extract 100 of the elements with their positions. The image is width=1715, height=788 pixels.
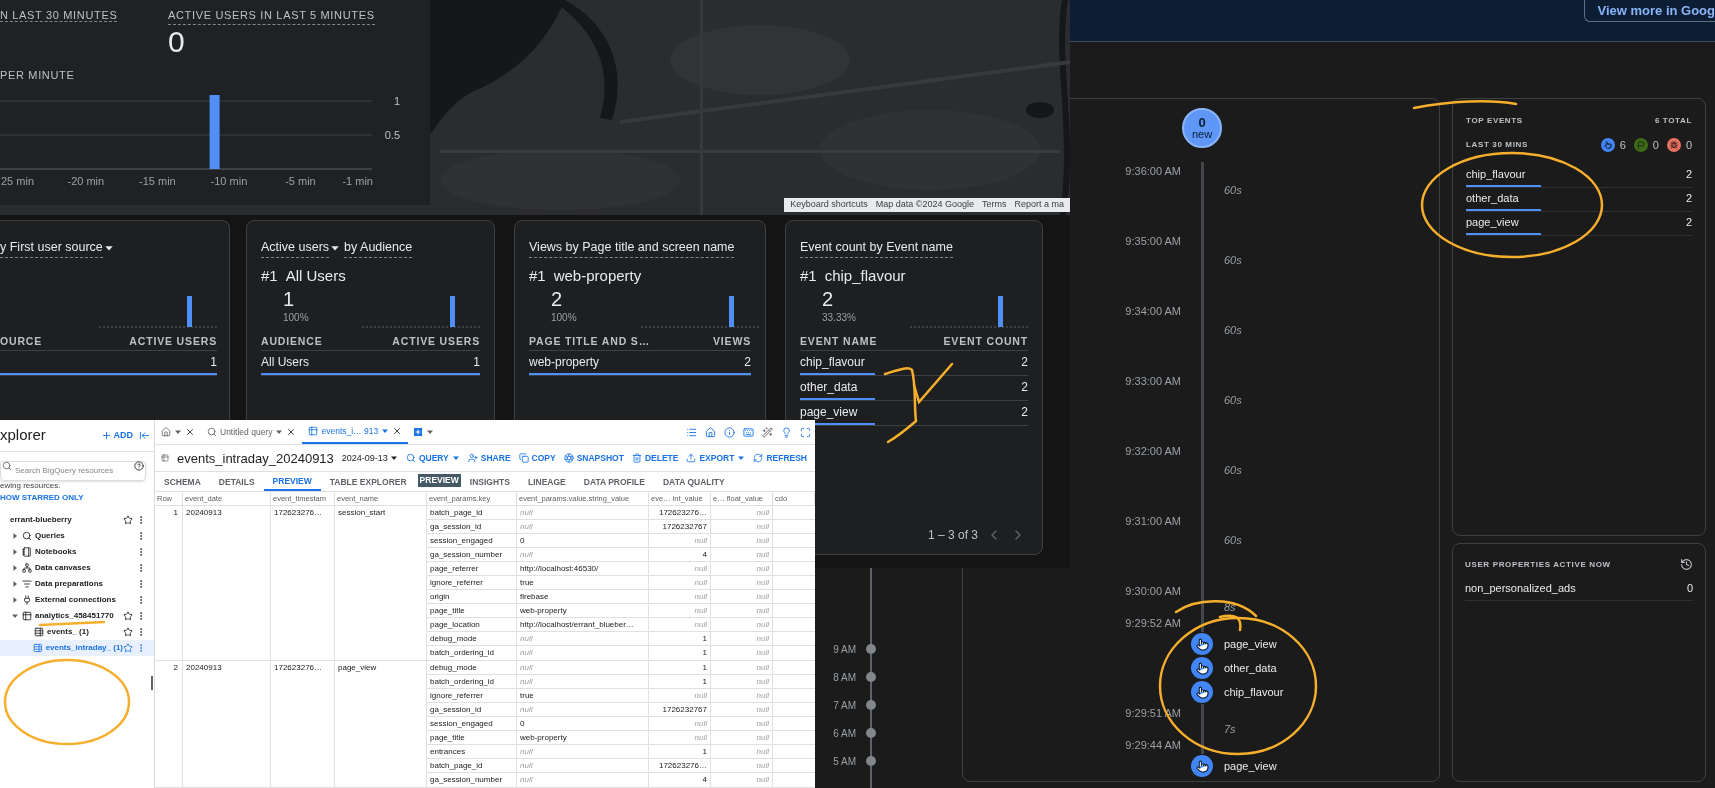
tree-item[interactable]: Data canvases <box>0 560 154 576</box>
table-cell: null <box>711 759 773 772</box>
event-name[interactable]: other_data <box>1213 659 1439 677</box>
table-cell: page_location <box>427 618 517 631</box>
column-header[interactable]: EVENT NAME <box>800 333 878 350</box>
event-name[interactable]: other_data <box>1466 189 1519 207</box>
card-title[interactable]: Active users <box>261 238 330 258</box>
section-tab[interactable]: INSIGHTS <box>460 472 519 492</box>
add-button[interactable]: ADD <box>100 428 139 443</box>
section-tab[interactable]: DATA QUALITY <box>654 472 734 492</box>
toolbar-button[interactable]: EXPORT <box>686 451 746 465</box>
tree-item[interactable]: errant-blueberry <box>0 512 154 528</box>
section-tab[interactable]: TABLE EXPLORER <box>320 472 416 492</box>
section-tab[interactable]: PREVIEW <box>263 472 321 492</box>
event-name[interactable]: page_view <box>1213 635 1439 653</box>
new-tab-icon[interactable] <box>412 426 425 439</box>
info-icon[interactable] <box>724 426 735 438</box>
minute-label: 9 AM <box>832 642 856 657</box>
section-tab[interactable]: LINEAGE <box>518 472 575 492</box>
map-attribution-link[interactable]: Keyboard shortcuts <box>790 198 868 212</box>
card-title[interactable]: Event count by Event name <box>800 238 953 258</box>
home-icon[interactable] <box>705 426 716 438</box>
column-header[interactable]: ACTIVE USERS <box>129 333 217 350</box>
interval-label: 60s <box>1223 393 1243 408</box>
column-header[interactable]: VIEWS <box>712 333 751 350</box>
event-icon[interactable] <box>1191 657 1213 679</box>
pointer-icon <box>1195 661 1209 675</box>
card-title[interactable]: by Audience <box>344 238 413 258</box>
keyboard-icon[interactable] <box>743 426 754 438</box>
tree-item[interactable]: analytics_458451770 <box>0 608 154 624</box>
column-header[interactable]: PAGE TITLE AND S… <box>529 333 651 350</box>
top-item-name: web-property <box>553 265 642 286</box>
event-name[interactable]: chip_flavour <box>1466 165 1526 183</box>
close-icon[interactable] <box>185 427 195 438</box>
aperture-icon <box>563 453 574 464</box>
notice-text: ewing resources. <box>0 480 62 492</box>
table-cell: 172623276… <box>649 759 711 772</box>
counter-value: 0 <box>1685 138 1692 153</box>
toolbar-button[interactable]: DELETE <box>631 451 679 465</box>
star-icon[interactable] <box>123 627 133 637</box>
column-header[interactable]: EVENT COUNT <box>943 333 1028 350</box>
top-item-name: All Users <box>285 265 346 286</box>
table-cell-text: 172623276… <box>274 662 324 674</box>
close-icon[interactable] <box>286 427 297 438</box>
column-header[interactable]: OURCE <box>0 333 43 350</box>
history-icon[interactable] <box>1680 558 1693 571</box>
section-tab[interactable]: DATA PROFILE <box>574 472 654 492</box>
tree-item[interactable]: Data preparations <box>0 576 154 592</box>
event-name[interactable]: page_view <box>1466 213 1519 231</box>
help-icon[interactable] <box>134 461 144 471</box>
section-tab[interactable]: DETAILS <box>209 472 264 492</box>
event-count: 2 <box>1685 214 1692 230</box>
star-icon[interactable] <box>123 611 133 621</box>
event-icon[interactable] <box>1191 755 1213 777</box>
event-name[interactable]: chip_flavour <box>1213 683 1439 701</box>
toolbar-button[interactable]: COPY <box>518 451 556 465</box>
column-header[interactable]: AUDIENCE <box>261 333 323 350</box>
wand-icon[interactable] <box>762 426 773 438</box>
tree-item[interactable]: events_intraday_ (1) <box>0 640 154 656</box>
total-count: 6 TOTAL <box>1654 115 1692 127</box>
tab-label: Untitled query <box>220 425 273 439</box>
tree-item[interactable]: Notebooks <box>0 544 154 560</box>
table-cell: 1 <box>649 632 711 645</box>
search-icon <box>2 461 12 471</box>
event-icon[interactable] <box>1191 681 1213 703</box>
table-cell: null <box>649 604 711 617</box>
refresh-button[interactable]: REFRESH <box>753 451 807 465</box>
table-cell: null <box>649 717 711 730</box>
list-icon[interactable] <box>686 426 697 438</box>
show-starred-link[interactable]: HOW STARRED ONLY <box>0 492 154 504</box>
section-tab[interactable]: SCHEMA <box>155 472 210 492</box>
toolbar-button[interactable]: SNAPSHOT <box>563 451 624 465</box>
tree-item[interactable]: events_ (1) <box>0 624 154 640</box>
tree-item[interactable]: External connections <box>0 592 154 608</box>
editor-tab[interactable]: Untitled query <box>201 420 303 445</box>
tree-item[interactable]: Queries <box>0 528 154 544</box>
collapse-icon[interactable] <box>139 430 150 441</box>
star-icon[interactable] <box>123 643 133 653</box>
minute-label: 5 AM <box>832 754 856 769</box>
tick-label: -20 min <box>67 175 105 187</box>
column-header[interactable]: ACTIVE USERS <box>392 333 480 350</box>
event-name[interactable]: page_view <box>1213 757 1439 775</box>
lightbulb-icon[interactable] <box>781 426 792 438</box>
close-icon[interactable] <box>392 426 403 437</box>
resize-handle[interactable] <box>151 676 153 690</box>
view-more-button[interactable]: View more in Goog <box>1584 0 1715 22</box>
map-attribution-link[interactable]: Map data ©2024 Google <box>875 198 974 212</box>
map-attribution-link[interactable]: Report a ma <box>1014 198 1064 212</box>
toolbar-button[interactable]: QUERY <box>405 451 460 465</box>
star-icon[interactable] <box>123 515 133 525</box>
toolbar-button[interactable]: SHARE <box>467 451 511 465</box>
event-icon[interactable] <box>1191 633 1213 655</box>
editor-tab[interactable]: events_i… 913 <box>302 420 409 445</box>
fullscreen-icon[interactable] <box>800 426 811 438</box>
table-cell: null <box>517 632 649 645</box>
card-title[interactable]: y First user source <box>0 238 103 258</box>
map-attribution-link[interactable]: Terms <box>981 198 1007 212</box>
date-selector[interactable]: 2024-09-13 <box>341 451 398 466</box>
search-field[interactable]: Search BigQuery resources <box>0 460 146 481</box>
card-title[interactable]: Views by Page title and screen name <box>529 238 735 258</box>
